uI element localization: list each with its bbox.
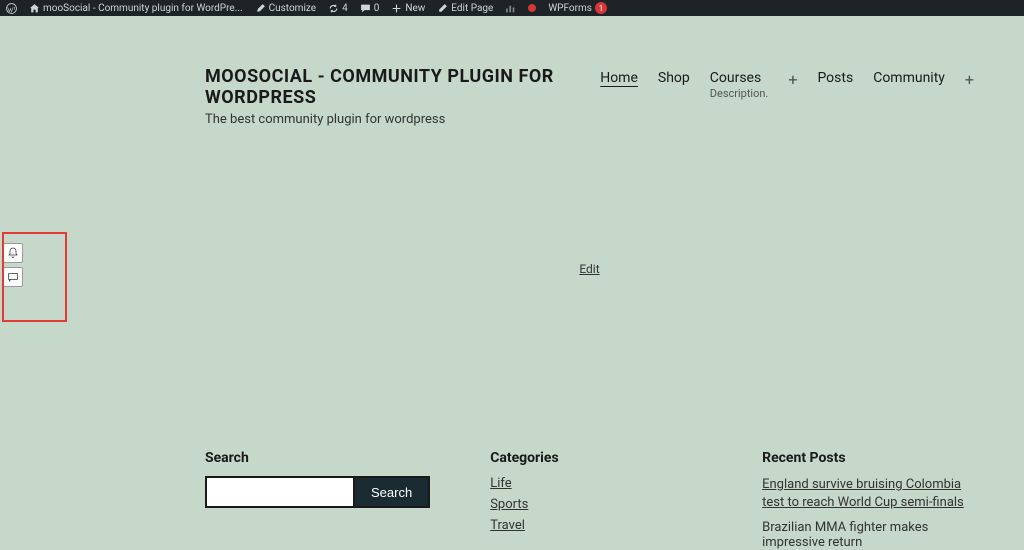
site-name-link[interactable]: mooSocial - Community plugin for WordPre… xyxy=(29,3,243,14)
recent-posts-list: England survive bruising Colombia test t… xyxy=(762,476,974,550)
nav-community[interactable]: Community xyxy=(873,70,945,86)
recent-post-link[interactable]: Brazilian MMA fighter makes impressive r… xyxy=(762,520,974,550)
edit-page-link[interactable]: Edit Page xyxy=(437,3,493,14)
red-dot-icon xyxy=(528,4,536,12)
category-link[interactable]: Travel xyxy=(490,518,702,533)
site-title[interactable]: MOOSOCIAL - COMMUNITY PLUGIN FOR WORDPRE… xyxy=(205,66,600,108)
site-header: MOOSOCIAL - COMMUNITY PLUGIN FOR WORDPRE… xyxy=(205,66,974,127)
new-text: New xyxy=(405,3,425,14)
nav-courses-label: Courses xyxy=(710,70,769,86)
new-link[interactable]: New xyxy=(391,3,425,14)
page-content: MOOSOCIAL - COMMUNITY PLUGIN FOR WORDPRE… xyxy=(0,16,1024,276)
customize-text: Customize xyxy=(269,3,316,14)
nav-home[interactable]: Home xyxy=(600,70,638,86)
brush-icon xyxy=(255,3,266,14)
recent-posts-widget: Recent Posts England survive bruising Co… xyxy=(762,450,974,550)
wpforms-text: WPForms xyxy=(548,3,592,14)
record-indicator[interactable] xyxy=(528,4,536,12)
stats-link[interactable] xyxy=(505,3,516,14)
nav-shop[interactable]: Shop xyxy=(658,70,690,86)
search-input[interactable] xyxy=(205,476,355,508)
pencil-icon xyxy=(437,3,448,14)
stats-icon xyxy=(505,3,516,14)
edit-page-text: Edit Page xyxy=(451,3,493,14)
updates-link[interactable]: 4 xyxy=(328,3,348,14)
nav-courses[interactable]: Courses Description. xyxy=(710,70,769,100)
wpforms-badge: 1 xyxy=(595,2,607,14)
search-widget: Search Search xyxy=(205,450,430,550)
wordpress-icon xyxy=(6,3,17,14)
category-link[interactable]: Life xyxy=(490,476,702,491)
wpforms-link[interactable]: WPForms 1 xyxy=(548,2,607,14)
wp-admin-bar: mooSocial - Community plugin for WordPre… xyxy=(0,0,1024,16)
comments-count: 0 xyxy=(374,3,380,14)
updates-count: 4 xyxy=(342,3,348,14)
update-icon xyxy=(328,3,339,14)
site-name-text: mooSocial - Community plugin for WordPre… xyxy=(43,3,243,14)
nav-courses-desc: Description. xyxy=(710,87,769,100)
customize-link[interactable]: Customize xyxy=(255,3,316,14)
comments-link[interactable]: 0 xyxy=(360,3,380,14)
site-tagline: The best community plugin for wordpress xyxy=(205,112,600,127)
wp-logo[interactable] xyxy=(6,3,17,14)
edit-content-link[interactable]: Edit xyxy=(579,262,599,276)
recent-post-link[interactable]: England survive bruising Colombia test t… xyxy=(762,476,974,512)
categories-list: Life Sports Travel xyxy=(490,476,702,533)
categories-widget: Categories Life Sports Travel xyxy=(490,450,702,550)
categories-title: Categories xyxy=(490,450,702,466)
search-widget-title: Search xyxy=(205,450,430,466)
plus-icon xyxy=(391,3,402,14)
footer-widgets: Search Search Categories Life Sports Tra… xyxy=(205,450,974,550)
comment-icon xyxy=(360,3,371,14)
category-link[interactable]: Sports xyxy=(490,497,702,512)
edit-link-wrap: Edit xyxy=(205,262,974,276)
nav-posts[interactable]: Posts xyxy=(817,70,853,86)
search-button[interactable]: Search xyxy=(355,476,430,508)
nav-expand-2[interactable]: + xyxy=(965,70,974,89)
nav-expand-1[interactable]: + xyxy=(788,70,797,89)
home-icon xyxy=(29,3,40,14)
recent-posts-title: Recent Posts xyxy=(762,450,974,466)
search-form: Search xyxy=(205,476,430,508)
site-branding: MOOSOCIAL - COMMUNITY PLUGIN FOR WORDPRE… xyxy=(205,66,600,127)
primary-nav: Home Shop Courses Description. + Posts C… xyxy=(600,66,974,100)
